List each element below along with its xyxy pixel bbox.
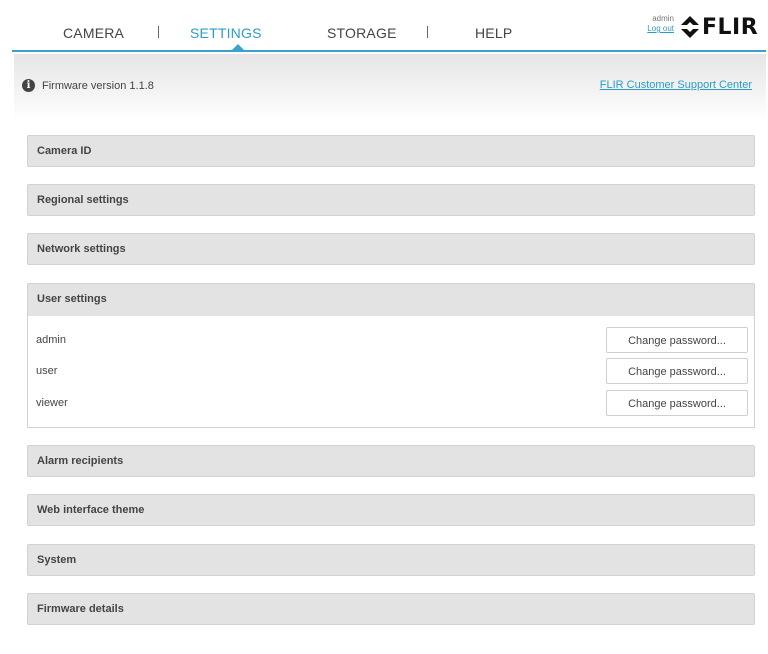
section-title: System [37,554,77,566]
user-block: admin Log out [634,14,674,34]
tab-settings[interactable]: SETTINGS [190,25,262,41]
info-icon: i [22,79,35,92]
tab-help[interactable]: HELP [475,25,512,41]
top-nav: CAMERA SETTINGS STORAGE HELP admin Log o… [0,0,768,52]
change-password-viewer-button[interactable]: Change password... [606,390,748,416]
section-alarm-recipients[interactable]: Alarm recipients [27,445,755,477]
section-title: Regional settings [37,194,129,206]
logged-in-user: admin [652,14,674,23]
firmware-version: Firmware version 1.1.8 [42,79,154,92]
section-regional-settings[interactable]: Regional settings [27,184,755,216]
tab-storage[interactable]: STORAGE [327,25,397,41]
section-title: Network settings [37,243,126,255]
section-camera-id[interactable]: Camera ID [27,135,755,167]
section-firmware-details[interactable]: Firmware details [27,593,755,625]
user-row-viewer: viewer [36,397,68,409]
change-password-user-button[interactable]: Change password... [606,358,748,384]
section-title: Camera ID [37,145,92,157]
section-user-settings[interactable]: User settings [27,283,755,317]
user-settings-panel: admin Change password... user Change pas… [27,316,755,428]
support-center-link[interactable]: FLIR Customer Support Center [600,79,752,91]
section-title: Web interface theme [37,504,145,516]
tab-camera[interactable]: CAMERA [63,25,124,41]
change-password-admin-button[interactable]: Change password... [606,327,748,353]
nav-underline [12,50,766,52]
flir-logo: FLIR [680,12,758,42]
firmware-info: i Firmware version 1.1.8 [22,79,154,92]
logout-link[interactable]: Log out [634,24,674,34]
nav-separator [158,26,159,38]
user-row-admin: admin [36,334,66,346]
section-network-settings[interactable]: Network settings [27,233,755,265]
logo-text: FLIR [702,14,759,40]
flir-logo-icon [681,16,699,38]
section-web-interface-theme[interactable]: Web interface theme [27,494,755,526]
section-system[interactable]: System [27,544,755,576]
user-row-user: user [36,365,58,377]
section-title: User settings [37,293,107,305]
nav-separator [427,26,428,38]
section-title: Firmware details [37,603,124,615]
section-title: Alarm recipients [37,455,124,467]
